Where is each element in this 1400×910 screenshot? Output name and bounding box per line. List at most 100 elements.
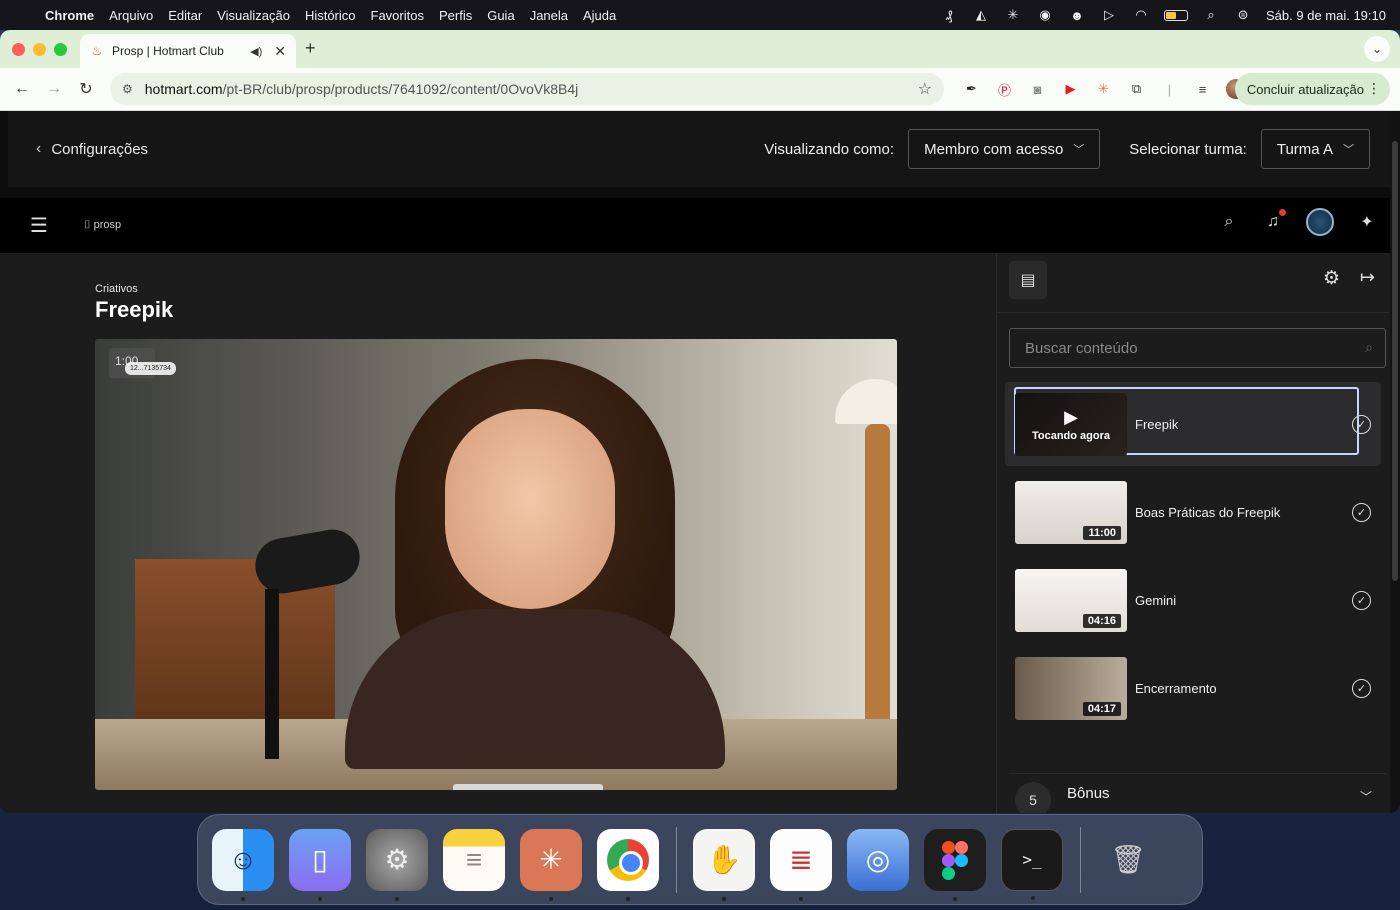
video-player[interactable]: 1:00 12...7135734	[95, 339, 897, 790]
eyedropper-extension-icon[interactable]: ✒	[962, 80, 981, 99]
eye-status-icon[interactable]: ◉	[1036, 7, 1054, 23]
lesson-item-freepik[interactable]: ▶ Tocando agora Freepik ✓	[1005, 382, 1381, 466]
browser-menu-kebab-icon[interactable]: ⋮	[1367, 80, 1381, 97]
lesson-thumbnail: ▶ Tocando agora	[1015, 392, 1127, 456]
completed-check-icon[interactable]: ✓	[1352, 590, 1371, 610]
chrome-window: ♨ Prosp | Hotmart Club ◀) ✕ + ⌄ ← → ↻ ⚙ …	[0, 30, 1400, 813]
wifi-icon[interactable]: ◠	[1132, 7, 1150, 23]
menu-visualizacao[interactable]: Visualização	[217, 8, 290, 23]
terminal-app-icon[interactable]: >_	[1001, 828, 1063, 900]
back-arrow-icon[interactable]: ←	[12, 80, 32, 98]
lesson-item-boas-praticas[interactable]: 11:00 Boas Práticas do Freepik ✓	[1005, 470, 1381, 554]
tab-strip: ♨ Prosp | Hotmart Club ◀) ✕ + ⌄	[0, 30, 1400, 68]
system-settings-app-icon[interactable]: ⚙	[366, 828, 428, 901]
menu-historico[interactable]: Histórico	[305, 8, 356, 23]
header-actions: ⌕ ♫ ✦	[1218, 208, 1378, 236]
app-status-icon[interactable]: ◭	[972, 7, 990, 23]
sidebar-toolbar: ▤ ⚙ ↦	[997, 253, 1390, 313]
media-queue-icon[interactable]: ≡	[1193, 80, 1212, 99]
claude-app-icon[interactable]: ✳	[520, 828, 582, 901]
notes-app-icon[interactable]: ≡	[443, 828, 505, 891]
bookmark-star-icon[interactable]: ☆	[918, 79, 932, 99]
claude-status-icon[interactable]: ✳	[1004, 7, 1022, 23]
menu-bar-clock[interactable]: Sáb. 9 de mai. 19:10	[1266, 8, 1386, 23]
club-header: ☰ ⌷ prosp ⌕ ♫ ✦	[0, 198, 1390, 253]
lesson-thumbnail: 04:16	[1015, 568, 1127, 632]
minimize-window-button[interactable]	[33, 42, 46, 56]
tab-title: Prosp | Hotmart Club	[112, 44, 224, 58]
menu-editar[interactable]: Editar	[168, 8, 202, 23]
now-playing-label: Tocando agora	[1031, 429, 1111, 442]
claude-extension-icon[interactable]: ✳	[1094, 80, 1113, 99]
class-select[interactable]: Turma A ﹀	[1260, 129, 1370, 169]
browser-tab-active[interactable]: ♨ Prosp | Hotmart Club ◀) ✕	[80, 34, 296, 68]
forward-arrow-icon[interactable]: →	[44, 80, 64, 98]
web-page: ‹ Configurações Visualizando como: Membr…	[0, 111, 1400, 813]
sparkle-icon[interactable]: ✦	[1356, 211, 1378, 233]
reload-icon[interactable]: ↻	[76, 79, 96, 99]
menu-guia[interactable]: Guia	[487, 8, 514, 23]
figma-app-icon[interactable]	[924, 828, 986, 901]
notification-bell-icon[interactable]: ♫	[1262, 209, 1286, 233]
camera-extension-icon[interactable]: ◙	[1028, 80, 1047, 99]
play-status-icon[interactable]: ▷	[1100, 7, 1118, 23]
face-status-icon[interactable]: ☻	[1068, 7, 1086, 23]
completed-check-icon[interactable]: ✓	[1352, 502, 1371, 522]
address-bar[interactable]: ⚙ hotmart.com/pt-BR/club/prosp/products/…	[110, 73, 944, 105]
dock-separator	[676, 826, 677, 893]
battery-icon[interactable]	[1164, 9, 1189, 21]
toolbar-divider: |	[1167, 81, 1172, 97]
video-frame-lamp	[835, 379, 897, 424]
pinterest-extension-icon[interactable]: Ⓟ	[995, 80, 1014, 99]
gear-icon[interactable]: ⚙	[1323, 267, 1340, 290]
close-tab-icon[interactable]: ✕	[274, 43, 286, 60]
script-icon[interactable]: ₰	[940, 7, 958, 23]
viewing-as-select[interactable]: Membro com acesso ﹀	[908, 129, 1101, 169]
simulator-app-icon[interactable]: ▯	[289, 828, 351, 901]
user-avatar[interactable]	[1306, 208, 1334, 236]
fullscreen-window-button[interactable]	[54, 42, 67, 56]
preview-app-icon[interactable]: ◎	[847, 828, 909, 891]
video-scrubber[interactable]	[453, 784, 603, 790]
hamburger-menu-icon[interactable]: ☰	[30, 213, 48, 238]
dock-separator	[1080, 826, 1081, 893]
menu-favoritos[interactable]: Favoritos	[371, 8, 424, 23]
tab-search-button[interactable]: ⌄	[1364, 36, 1390, 62]
lesson-content: Criativos Freepik 1:00 12...7135734 ▤ ⚙ …	[0, 253, 1390, 813]
now-playing-overlay: ▶ Tocando agora	[1015, 392, 1127, 456]
content-list-icon[interactable]: ▤	[1009, 261, 1047, 299]
lesson-item-gemini[interactable]: 04:16 Gemini ✓	[1005, 558, 1381, 642]
menu-arquivo[interactable]: Arquivo	[109, 8, 153, 23]
trash-icon[interactable]: 🗑	[1097, 829, 1159, 891]
spotlight-search-icon[interactable]: ⌕	[1202, 7, 1220, 23]
chevron-left-icon: ‹	[36, 140, 42, 157]
close-window-button[interactable]	[12, 42, 25, 56]
page-scrollbar[interactable]	[1390, 111, 1400, 813]
hand-mirror-app-icon[interactable]: ✋	[693, 828, 755, 901]
site-info-icon[interactable]: ⚙	[122, 82, 133, 96]
youtube-extension-icon[interactable]: ▶	[1061, 80, 1080, 99]
control-center-icon[interactable]: ⊜	[1234, 7, 1252, 23]
search-placeholder: Buscar conteúdo	[1025, 339, 1138, 357]
new-tab-button[interactable]: +	[305, 38, 316, 59]
completed-check-icon[interactable]: ✓	[1352, 678, 1371, 698]
menu-app-name[interactable]: Chrome	[45, 8, 94, 23]
lesson-item-encerramento[interactable]: 04:17 Encerramento ✓	[1005, 646, 1381, 730]
menu-janela[interactable]: Janela	[530, 8, 568, 23]
search-icon: ⌕	[1365, 339, 1373, 355]
module-section-bonus[interactable]: 5 Bônus ﹀	[1009, 773, 1386, 813]
textedit-app-icon[interactable]: ≣	[770, 828, 832, 901]
tab-audio-icon[interactable]: ◀)	[250, 45, 262, 58]
menu-perfis[interactable]: Perfis	[439, 8, 472, 23]
chrome-app-icon[interactable]	[597, 828, 659, 901]
prosp-logo[interactable]: ⌷ prosp	[84, 219, 121, 232]
menu-ajuda[interactable]: Ajuda	[583, 8, 616, 23]
finder-app-icon[interactable]: ☺	[212, 828, 274, 901]
lesson-duration: 04:17	[1082, 701, 1121, 716]
extensions-puzzle-icon[interactable]: ⧉	[1127, 80, 1146, 99]
settings-back-link[interactable]: ‹ Configurações	[36, 140, 148, 158]
update-button[interactable]: Concluir atualização ⋮	[1234, 73, 1390, 105]
collapse-sidebar-icon[interactable]: ↦	[1360, 267, 1375, 288]
search-icon[interactable]: ⌕	[1218, 211, 1240, 233]
content-search-input[interactable]: Buscar conteúdo ⌕	[1009, 328, 1386, 368]
